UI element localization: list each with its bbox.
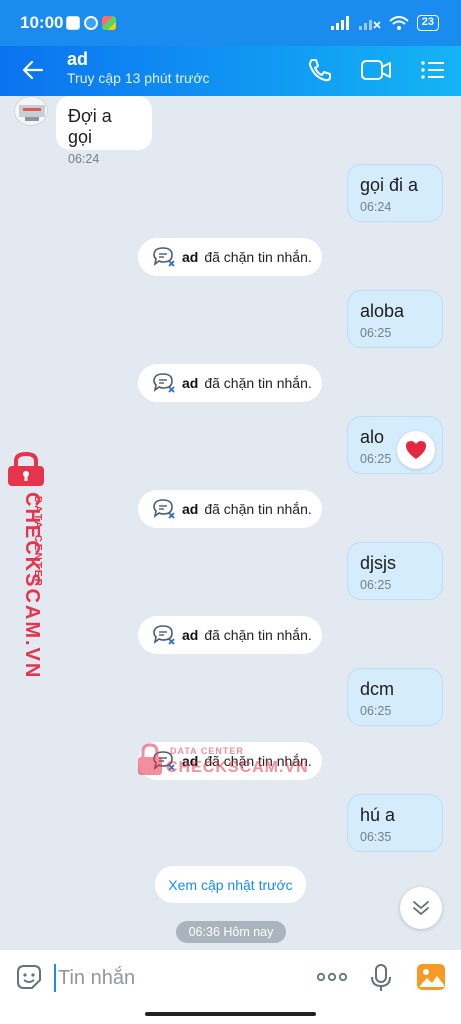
image-icon[interactable]: [416, 963, 446, 991]
blocked-notice-user: ad: [182, 501, 199, 517]
watermark-caption: DATA CENTER: [32, 496, 43, 588]
blocked-chat-icon: [153, 499, 175, 519]
checkscam-watermark: CHECKSCAM.VN DATA CENTER: [4, 452, 50, 679]
status-indicators: 23: [330, 15, 439, 31]
message-text: dcm: [360, 679, 395, 699]
status-time: 10:00: [20, 13, 64, 32]
checkscam-watermark-center: DATA CENTER CHECKSCAM.VN: [136, 743, 308, 779]
blocked-notice-text: đã chặn tin nhắn.: [204, 501, 312, 517]
blocked-notice-text: đã chặn tin nhắn.: [204, 375, 312, 391]
signal-icon: [330, 16, 349, 30]
chat-header: ad Truy cập 13 phút trước: [0, 46, 461, 96]
status-app-icons: [66, 16, 116, 30]
zalo-app-icon: [66, 16, 80, 30]
heart-reaction-icon: [406, 441, 426, 459]
blocked-chat-icon: [153, 625, 175, 645]
scroll-to-bottom-button[interactable]: [400, 887, 442, 929]
more-icon[interactable]: [316, 972, 348, 982]
back-arrow-icon[interactable]: [20, 57, 46, 83]
outgoing-message-bubble[interactable]: hú a 06:35: [347, 794, 443, 852]
message-time: 06:35: [360, 830, 392, 844]
outgoing-message-bubble[interactable]: gọi đi a 06:24: [347, 164, 443, 222]
date-separator: 06:36 Hôm nay: [176, 921, 286, 943]
blocked-notice: ad đã chặn tin nhắn.: [138, 616, 322, 654]
contact-name[interactable]: ad: [67, 49, 88, 70]
upload-app-icon: [84, 16, 98, 30]
sticker-icon[interactable]: [14, 962, 44, 992]
blocked-chat-icon: [153, 247, 175, 267]
signal-off-icon: [358, 20, 381, 30]
photos-app-icon: [102, 16, 116, 30]
wifi-icon: [389, 15, 409, 30]
view-previous-updates-button[interactable]: Xem cập nhật trước: [155, 866, 306, 903]
phone-icon[interactable]: [306, 56, 334, 84]
last-seen-status: Truy cập 13 phút trước: [67, 70, 210, 86]
status-bar: 10:00 23: [0, 0, 461, 46]
microphone-icon[interactable]: [370, 963, 392, 993]
message-input[interactable]: Tin nhắn: [54, 964, 135, 992]
blocked-notice-text: đã chặn tin nhắn.: [204, 249, 312, 265]
heart-reaction[interactable]: [397, 431, 435, 469]
video-call-icon[interactable]: [360, 56, 392, 84]
contact-avatar[interactable]: [14, 96, 48, 126]
message-text: djsjs: [360, 553, 397, 573]
message-time: 06:25: [360, 704, 392, 718]
message-time: 06:25: [360, 326, 392, 340]
blocked-notice-user: ad: [182, 627, 199, 643]
message-text: gọi đi a: [360, 175, 419, 195]
blocked-notice: ad đã chặn tin nhắn.: [138, 238, 322, 276]
outgoing-message-bubble[interactable]: dcm 06:25: [347, 668, 443, 726]
lock-icon: [138, 743, 162, 775]
list-menu-icon[interactable]: [420, 56, 446, 84]
blocked-notice: ad đã chặn tin nhắn.: [138, 490, 322, 528]
incoming-message-bubble[interactable]: Đợi a gọi 06:24: [56, 96, 152, 166]
blocked-chat-icon: [153, 373, 175, 393]
watermark-caption: DATA CENTER: [170, 746, 244, 756]
message-text: aloba: [360, 301, 405, 321]
blocked-notice: ad đã chặn tin nhắn.: [138, 364, 322, 402]
blocked-notice-text: đã chặn tin nhắn.: [204, 627, 312, 643]
lock-icon: [8, 452, 44, 486]
message-time: 06:24: [360, 200, 392, 214]
blocked-notice-user: ad: [182, 375, 199, 391]
message-text: hú a: [360, 805, 396, 825]
battery-indicator: 23: [416, 15, 439, 31]
blocked-notice-user: ad: [182, 249, 199, 265]
message-time: 06:25: [360, 578, 392, 592]
home-indicator: [145, 1012, 316, 1016]
chevron-down-icon: [413, 901, 429, 915]
message-text: Đợi a gọi: [68, 106, 112, 147]
message-time: 06:24: [68, 152, 100, 166]
watermark-brand: CHECKSCAM.VN: [166, 759, 309, 776]
outgoing-message-bubble[interactable]: djsjs 06:25: [347, 542, 443, 600]
outgoing-message-bubble[interactable]: aloba 06:25: [347, 290, 443, 348]
